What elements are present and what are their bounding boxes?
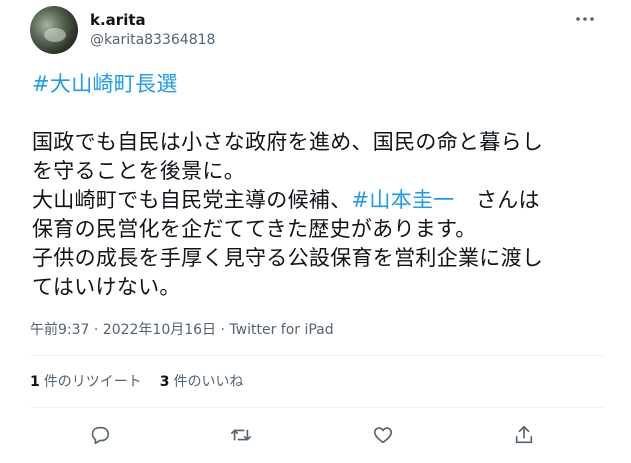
tweet-line: 保育の民営化を企だててきた歴史があります。 (32, 217, 477, 241)
user-handle[interactable]: @karita83364818 (90, 31, 215, 49)
hashtag-link[interactable]: #大山崎町長選 (32, 70, 602, 99)
display-name[interactable]: k.arita (90, 11, 146, 29)
avatar[interactable] (30, 6, 78, 54)
engagement-stats: 1 件のリツイート 3 件のいいね (30, 373, 244, 391)
divider (30, 355, 604, 356)
tweet-text: #大山崎町長選 国政でも自民は小さな政府を進め、国民の命と暮らし を守ることを後… (32, 70, 602, 302)
tweet-line-text: さんは (454, 188, 540, 212)
tweet-line: を守ることを後景に。 (32, 159, 245, 183)
likes-count: 3 (159, 374, 170, 390)
share-icon[interactable] (509, 420, 539, 450)
tweet-line: てはいけない。 (32, 275, 181, 299)
retweets-count: 1 (30, 374, 40, 390)
retweets-stat[interactable]: 1 件のリツイート (30, 373, 142, 391)
hashtag-link[interactable]: #山本圭一 (352, 188, 455, 212)
likes-label: 件のいいね (173, 374, 244, 390)
reply-icon[interactable] (85, 420, 115, 450)
likes-stat[interactable]: 3 件のいいね (160, 373, 244, 391)
retweets-label: 件のリツイート (43, 374, 142, 390)
action-bar (0, 420, 631, 450)
tweet-line: 国政でも自民は小さな政府を進め、国民の命と暮らし (32, 130, 544, 154)
like-icon[interactable] (368, 420, 398, 450)
more-icon[interactable] (574, 8, 596, 30)
tweet-line: 大山崎町でも自民党主導の候補、#山本圭一 さんは (32, 186, 602, 215)
divider (30, 407, 604, 408)
tweet-timestamp[interactable]: 午前9:37 · 2022年10月16日 · Twitter for iPad (30, 321, 334, 339)
tweet-line: 子供の成長を手厚く見守る公設保育を営利企業に渡し (32, 246, 544, 270)
retweet-icon[interactable] (226, 420, 256, 450)
tweet-line-text: 大山崎町でも自民党主導の候補、 (32, 188, 352, 212)
tweet-card: k.arita @karita83364818 #大山崎町長選 国政でも自民は小… (0, 0, 631, 463)
